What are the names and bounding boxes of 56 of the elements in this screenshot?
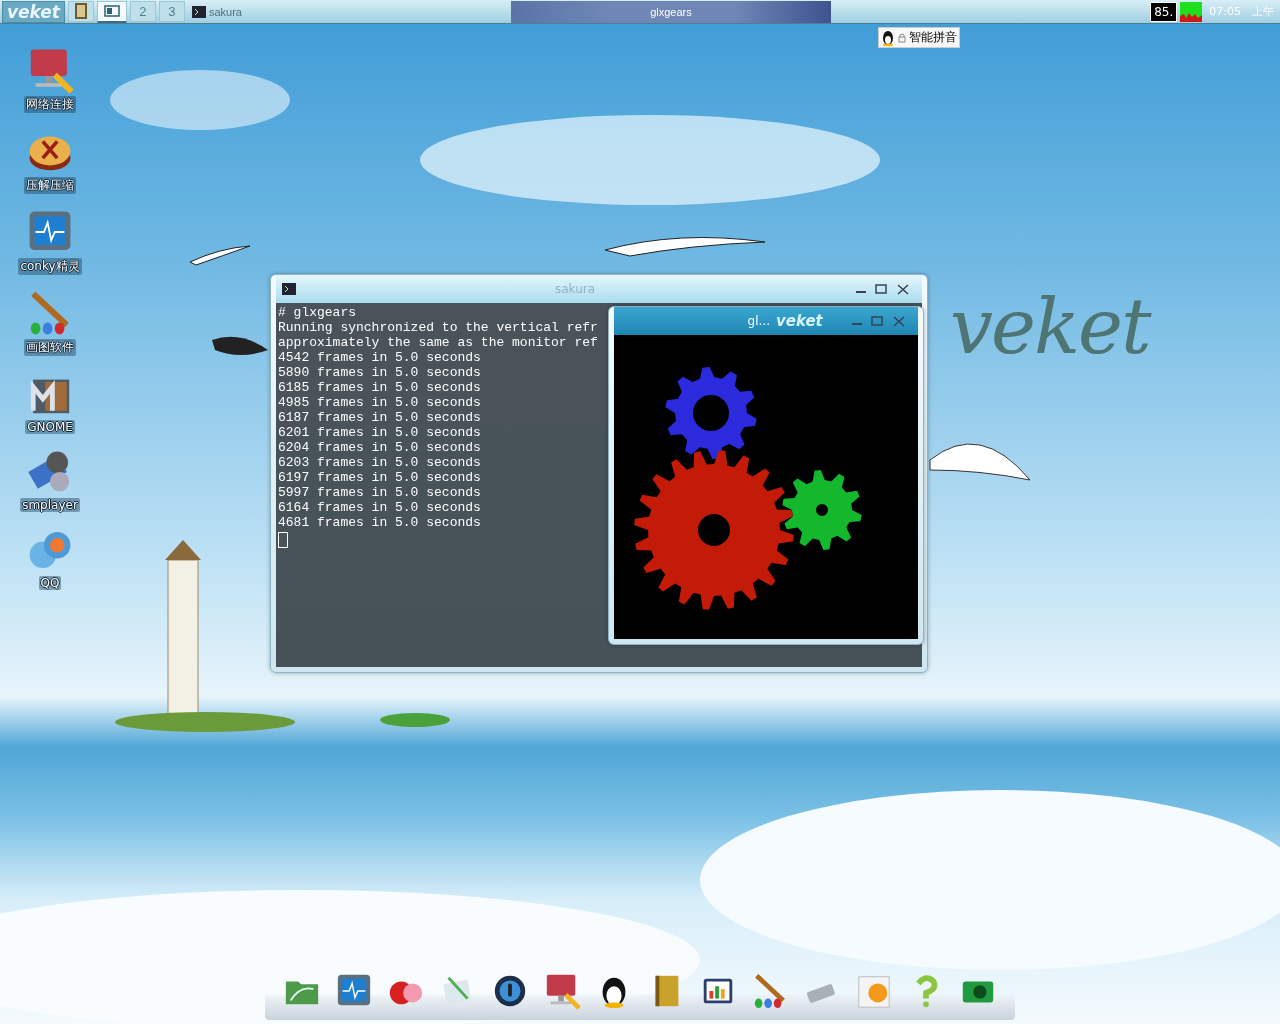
shortcut-label: 网络连接	[24, 96, 76, 113]
desktop-shortcut[interactable]: GNOME	[8, 370, 92, 434]
shortcut-label: smplayer	[20, 498, 80, 512]
islet-drawing	[380, 713, 450, 727]
terminal-line: Running synchronized to the vertical refr	[278, 320, 598, 335]
logo-button[interactable]: veket	[2, 0, 65, 23]
desktop-shortcut[interactable]: conky精灵	[8, 208, 92, 275]
desktop-shortcut[interactable]: 压解压缩	[8, 127, 92, 194]
desktop-shortcut[interactable]: smplayer	[8, 448, 92, 512]
window-title: gl...	[746, 314, 770, 328]
terminal-line: 5997 frames in 5.0 seconds	[278, 485, 481, 500]
task-button[interactable]: glxgears	[510, 0, 831, 23]
terminal-line: 6204 frames in 5.0 seconds	[278, 440, 481, 455]
desktop-shortcut[interactable]: 画图软件	[8, 289, 92, 356]
shortcut-label: QQ	[38, 576, 62, 590]
terminal-line: approximately the same as the monitor ref	[278, 335, 598, 350]
wallpaper-logo: veket	[950, 282, 1150, 371]
cpu-graph-icon	[1180, 1, 1203, 22]
terminal-line: 6203 frames in 5.0 seconds	[278, 455, 481, 470]
clock: 07:05	[1208, 5, 1242, 18]
terminal-line: 5890 frames in 5.0 seconds	[278, 365, 481, 380]
shortcut-label: GNOME	[25, 420, 75, 434]
file-cabinet-icon	[74, 3, 87, 19]
terminal-line: # glxgears	[278, 305, 356, 320]
input-method-label: 智能拼音	[909, 29, 957, 46]
terminal-line: 4681 frames in 5.0 seconds	[278, 515, 481, 530]
file-manager-button[interactable]	[67, 0, 94, 23]
temperature-reading: 85.	[1150, 1, 1178, 22]
window-logo: veket	[776, 312, 823, 330]
text-cursor	[278, 532, 288, 548]
workspace-button[interactable]: 3	[158, 0, 185, 23]
terminal-line: 6197 frames in 5.0 seconds	[278, 470, 481, 485]
shortcut-label: conky精灵	[18, 258, 82, 275]
penguin-icon	[881, 29, 895, 46]
desktop-shortcut[interactable]: QQ	[8, 526, 92, 590]
desktop-icon	[103, 5, 120, 17]
workspace-button[interactable]: 2	[129, 0, 156, 23]
terminal-icon	[191, 5, 206, 18]
terminal-line: 6185 frames in 5.0 seconds	[278, 380, 481, 395]
terminal-line: 6164 frames in 5.0 seconds	[278, 500, 481, 515]
terminal-line: 4542 frames in 5.0 seconds	[278, 350, 481, 365]
bird-wing-drawing	[212, 336, 268, 355]
terminal-line: 6201 frames in 5.0 seconds	[278, 425, 481, 440]
terminal-line: 4985 frames in 5.0 seconds	[278, 395, 481, 410]
lock-icon	[898, 32, 906, 43]
clock-period: 上午	[1251, 4, 1275, 19]
shortcut-label: 画图软件	[24, 339, 76, 356]
terminal-line: 6187 frames in 5.0 seconds	[278, 410, 481, 425]
terminal-icon	[282, 283, 296, 295]
task-button[interactable]: sakura	[187, 0, 508, 23]
desktop-shortcut[interactable]: 网络连接	[8, 46, 92, 113]
window-title: sakura	[553, 282, 597, 296]
workspace-button[interactable]	[96, 0, 127, 23]
shortcut-label: 压解压缩	[24, 177, 76, 194]
input-method-bar[interactable]: 智能拼音	[878, 27, 960, 48]
seagull-drawing	[189, 245, 251, 266]
